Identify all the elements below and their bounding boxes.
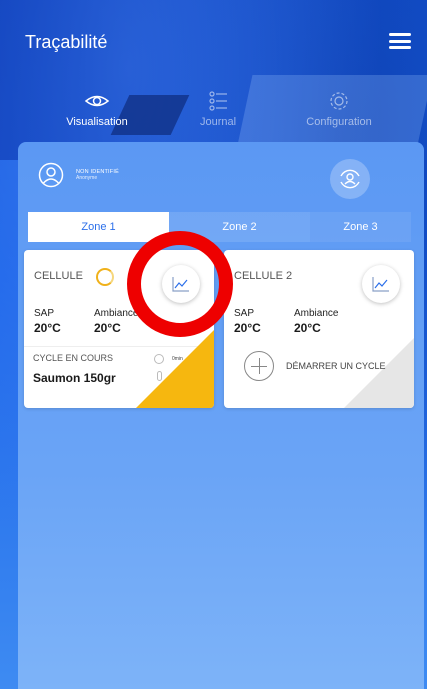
tab-label: Configuration (306, 116, 372, 128)
sap-value: 20°C (34, 321, 61, 335)
user-avatar-icon (38, 162, 64, 188)
tab-configuration[interactable]: Configuration (279, 90, 399, 128)
app-header: Traçabilité (0, 0, 427, 80)
cell-title: CELLULE 2 (234, 270, 293, 282)
sap-metric: SAP 20°C (34, 308, 61, 335)
tab-zone-1[interactable]: Zone 1 (28, 212, 169, 242)
cycle-progress-corner (136, 330, 214, 408)
plus-icon (244, 351, 274, 381)
sap-value: 20°C (234, 321, 261, 335)
user-role: Anonyme (76, 175, 98, 181)
annotation-circle (127, 231, 233, 337)
hamburger-menu-icon[interactable] (389, 33, 411, 49)
sap-metric: SAP 20°C (234, 308, 261, 335)
cycle-product-name: Saumon 150gr (33, 371, 116, 385)
main-panel: NON IDENTIFIÉ Anonyme Zone 1 Zone 2 Zone… (18, 142, 424, 689)
user-sync-icon (340, 169, 360, 189)
switch-user-button[interactable] (330, 159, 370, 199)
sap-label: SAP (234, 308, 255, 319)
cycle-progress-spinner (96, 268, 114, 286)
tab-zone-3[interactable]: Zone 3 (310, 212, 411, 242)
line-chart-icon (372, 277, 389, 292)
chart-button[interactable] (362, 265, 400, 303)
zone-tabs: Zone 1 Zone 2 Zone 3 (28, 212, 411, 242)
app-title: Traçabilité (25, 32, 108, 52)
ambiance-label: Ambiance (94, 308, 139, 319)
tab-label: Visualisation (66, 116, 128, 128)
ambiance-value: 20°C (294, 321, 321, 335)
start-cycle-label: DÉMARRER UN CYCLE (286, 361, 386, 371)
list-icon (209, 91, 227, 111)
ambiance-metric: Ambiance 20°C (94, 308, 138, 335)
cycle-status-label: CYCLE EN COURS (33, 353, 114, 363)
ambiance-label: Ambiance (294, 308, 339, 319)
ambiance-value: 20°C (94, 321, 121, 335)
eye-icon (84, 95, 110, 107)
tab-visualisation[interactable]: Visualisation (37, 90, 157, 128)
cell-title: CELLULE (34, 270, 83, 282)
settings-icon (330, 92, 348, 110)
top-navigation: Visualisation Journal Configuration (0, 90, 427, 135)
sap-label: SAP (34, 308, 55, 319)
start-cycle-button[interactable]: DÉMARRER UN CYCLE (244, 351, 386, 381)
cell-card-2[interactable]: CELLULE 2 SAP 20°C Ambiance 20°C DÉMARRE… (224, 250, 414, 408)
ambiance-metric: Ambiance 20°C (294, 308, 338, 335)
tab-journal[interactable]: Journal (158, 90, 278, 128)
tab-label: Journal (199, 116, 237, 128)
